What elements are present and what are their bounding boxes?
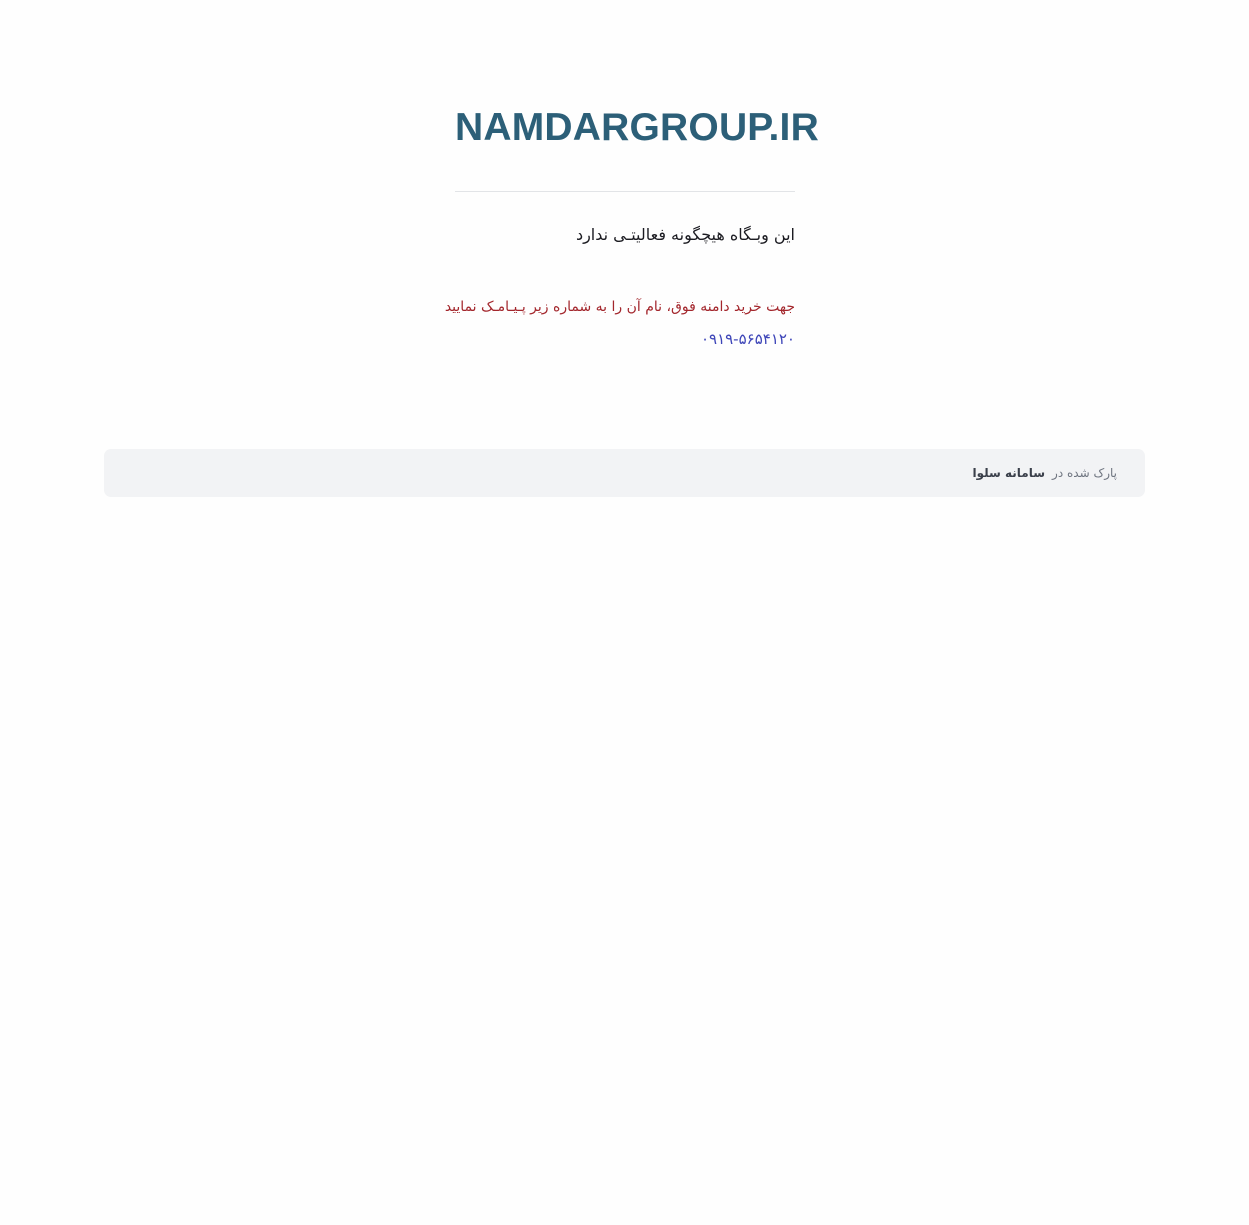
divider	[455, 191, 795, 192]
phone-number-link[interactable]: ۰۹۱۹-۵۶۵۴۱۲۰	[455, 328, 795, 350]
domain-title: NAMDARGROUP.IR	[455, 106, 819, 149]
content-block: NAMDARGROUP.IR این وبـگاه هیچگونه فعالیت…	[444, 100, 819, 350]
purchase-message: جهت خرید دامنه فوق، نام آن را به شماره ز…	[444, 299, 795, 315]
footer-system-link[interactable]: سامانه سلوا	[973, 466, 1046, 480]
inactive-message: این وبـگاه هیچگونه فعالیتـی ندارد	[575, 225, 795, 244]
page: NAMDARGROUP.IR این وبـگاه هیچگونه فعالیت…	[0, 0, 1249, 1225]
footer-parked-label: پارک شده در	[1052, 466, 1117, 480]
footer-bar: پارک شده در سامانه سلوا	[104, 449, 1145, 497]
